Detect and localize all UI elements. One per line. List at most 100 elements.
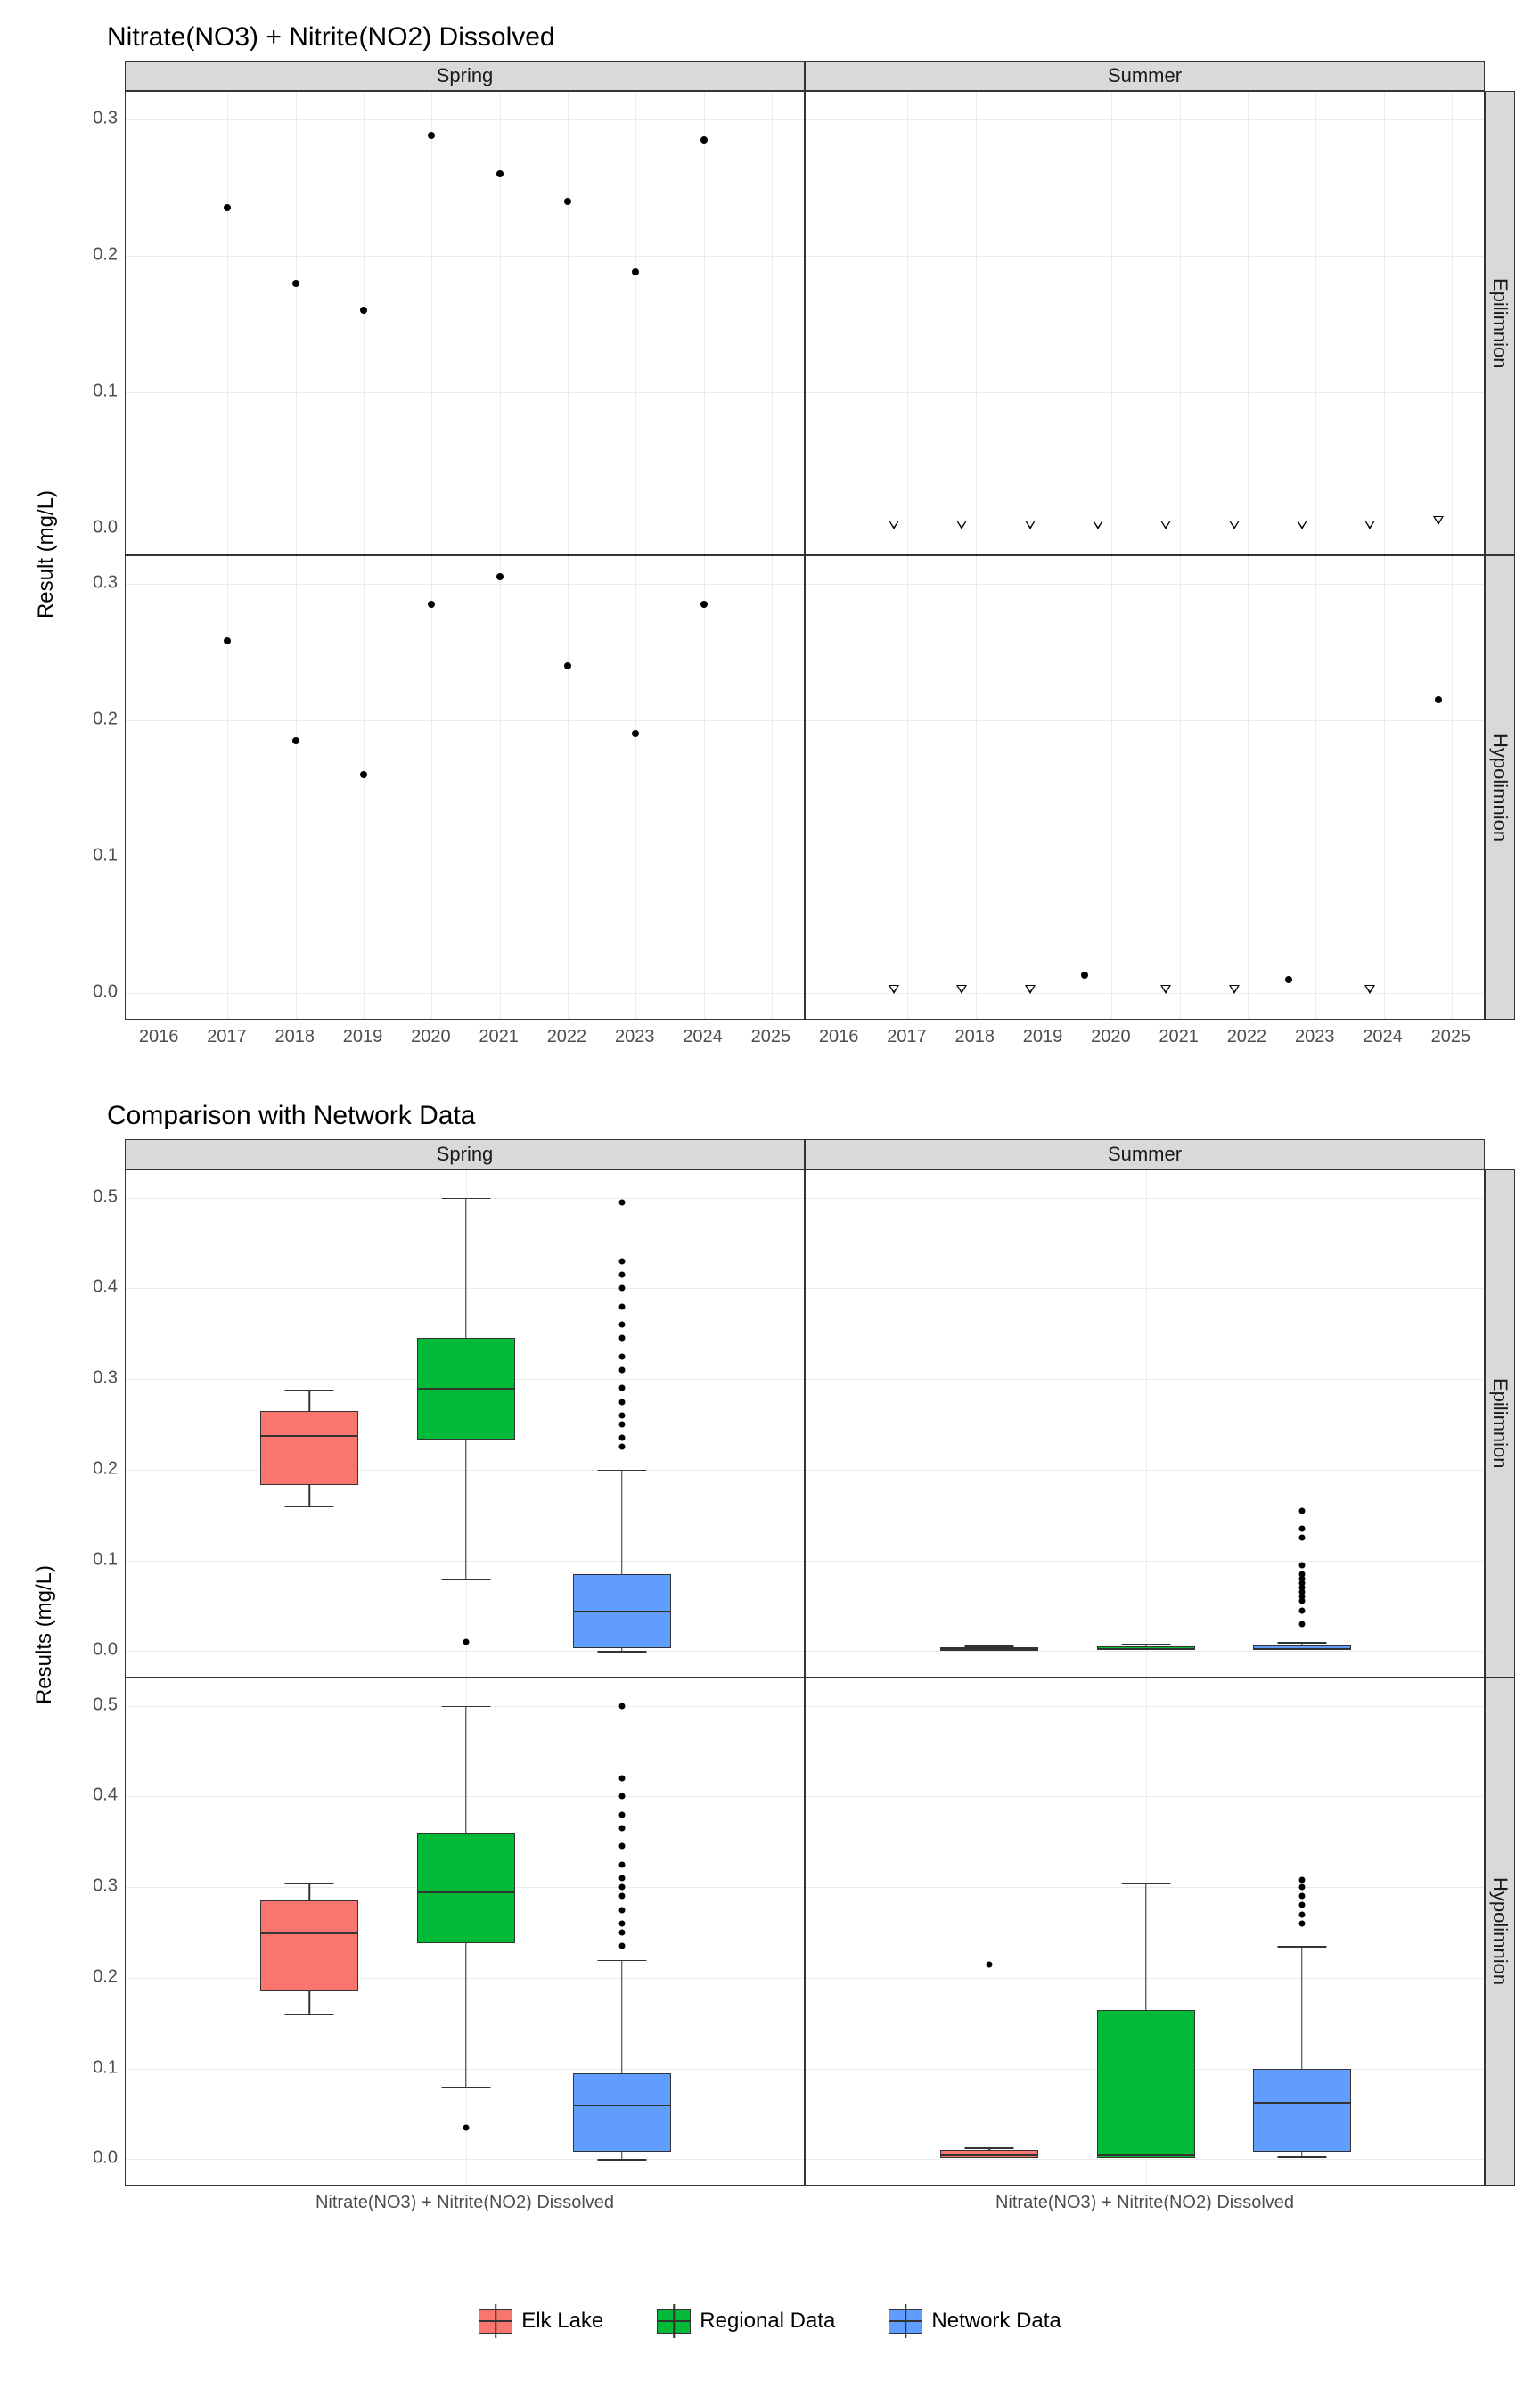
row-strip-hypo2: Hypolimnion xyxy=(1485,1678,1515,2186)
data-point xyxy=(1364,521,1375,529)
x-tick-label: 2019 xyxy=(1023,1027,1063,1047)
panel2-spring-hypo xyxy=(125,1678,805,2186)
x-tick-label: 2021 xyxy=(1159,1027,1199,1047)
chart1-grid: Spring Summer Epilimnion Hypolimnion xyxy=(125,61,1515,1020)
data-point xyxy=(292,737,299,744)
data-point xyxy=(632,730,639,737)
legend-regional: Regional Data xyxy=(657,2309,835,2334)
legend-elk: Elk Lake xyxy=(479,2309,603,2334)
data-point xyxy=(1093,521,1103,529)
x-tick-label: 2018 xyxy=(955,1027,995,1047)
boxplot-elk-lake xyxy=(940,1678,1038,2186)
y-tick-label: 0.3 xyxy=(46,1876,118,1897)
chart2-grid: Spring Summer Epilimnion Hypolimnion xyxy=(125,1139,1515,2186)
x-tick-label: 2016 xyxy=(139,1027,179,1047)
boxplot-regional-data xyxy=(1097,1678,1195,2186)
panel-spring-epi xyxy=(125,91,805,555)
chart2-title: Comparison with Network Data xyxy=(107,1101,475,1131)
row-strip-epi2: Epilimnion xyxy=(1485,1169,1515,1678)
data-point xyxy=(1160,521,1171,529)
data-point xyxy=(956,521,967,529)
legend-network: Network Data xyxy=(889,2309,1061,2334)
x-tick-label: 2016 xyxy=(819,1027,859,1047)
x-category-label: Nitrate(NO3) + Nitrite(NO2) Dissolved xyxy=(995,2193,1294,2213)
x-tick-label: 2021 xyxy=(479,1027,519,1047)
x-category-label: Nitrate(NO3) + Nitrite(NO2) Dissolved xyxy=(315,2193,614,2213)
boxplot-network-data xyxy=(573,1170,671,1678)
data-point xyxy=(700,136,708,144)
legend-swatch-elk xyxy=(479,2309,512,2334)
y-tick-label: 0.2 xyxy=(46,1458,118,1479)
legend-label-network: Network Data xyxy=(931,2309,1061,2334)
data-point xyxy=(1435,696,1442,703)
data-point xyxy=(224,637,231,644)
col-strip-spring: Spring xyxy=(125,61,805,91)
data-point xyxy=(360,771,367,778)
boxplot-regional-data xyxy=(417,1678,515,2186)
data-point xyxy=(1025,521,1036,529)
y-tick-label: 0.5 xyxy=(46,1694,118,1715)
x-tick-label: 2023 xyxy=(615,1027,655,1047)
y-tick-label: 0.4 xyxy=(46,1277,118,1298)
x-tick-label: 2017 xyxy=(887,1027,927,1047)
col-strip-summer2: Summer xyxy=(805,1139,1485,1169)
x-tick-label: 2019 xyxy=(343,1027,383,1047)
legend-swatch-regional xyxy=(657,2309,691,2334)
data-point xyxy=(1285,976,1292,983)
data-point xyxy=(889,521,899,529)
data-point xyxy=(292,280,299,287)
row-strip-hypo: Hypolimnion xyxy=(1485,555,1515,1020)
data-point xyxy=(632,268,639,275)
y-tick-label: 0.0 xyxy=(46,518,118,538)
data-point xyxy=(564,198,571,205)
data-point xyxy=(1297,521,1307,529)
y-tick-label: 0.5 xyxy=(46,1186,118,1207)
y-tick-label: 0.1 xyxy=(46,2057,118,2078)
x-tick-label: 2025 xyxy=(1431,1027,1471,1047)
y-tick-label: 0.3 xyxy=(46,1368,118,1389)
panel-summer-hypo xyxy=(805,555,1485,1020)
data-point xyxy=(956,985,967,994)
panel-summer-epi xyxy=(805,91,1485,555)
legend-swatch-network xyxy=(889,2309,922,2334)
chart1-title: Nitrate(NO3) + Nitrite(NO2) Dissolved xyxy=(107,22,555,53)
boxplot-network-data xyxy=(1253,1678,1351,2186)
data-point xyxy=(496,573,504,580)
data-point xyxy=(1364,985,1375,994)
row-strip-epi: Epilimnion xyxy=(1485,91,1515,555)
y-tick-label: 0.0 xyxy=(46,982,118,1003)
boxplot-network-data xyxy=(573,1678,671,2186)
boxplot-elk-lake xyxy=(260,1170,358,1678)
data-point xyxy=(1081,972,1088,979)
y-tick-label: 0.1 xyxy=(46,846,118,866)
chart2-ylabel: Results (mg/L) xyxy=(32,1565,57,1704)
legend: Elk Lake Regional Data Network Data xyxy=(0,2309,1540,2334)
legend-label-regional: Regional Data xyxy=(700,2309,835,2334)
boxplot-regional-data xyxy=(1097,1170,1195,1678)
col-strip-summer: Summer xyxy=(805,61,1485,91)
boxplot-regional-data xyxy=(417,1170,515,1678)
data-point xyxy=(564,662,571,669)
panel2-summer-hypo xyxy=(805,1678,1485,2186)
x-tick-label: 2022 xyxy=(547,1027,587,1047)
boxplot-network-data xyxy=(1253,1170,1351,1678)
y-tick-label: 0.0 xyxy=(46,2148,118,2169)
x-tick-label: 2020 xyxy=(411,1027,451,1047)
panel-spring-hypo xyxy=(125,555,805,1020)
x-tick-label: 2017 xyxy=(207,1027,247,1047)
y-tick-label: 0.1 xyxy=(46,382,118,402)
data-point xyxy=(428,132,435,139)
x-tick-label: 2023 xyxy=(1295,1027,1335,1047)
data-point xyxy=(889,985,899,994)
data-point xyxy=(496,170,504,177)
col-strip-spring2: Spring xyxy=(125,1139,805,1169)
y-tick-label: 0.2 xyxy=(46,1966,118,1987)
x-tick-label: 2022 xyxy=(1227,1027,1267,1047)
y-tick-label: 0.2 xyxy=(46,709,118,729)
y-tick-label: 0.1 xyxy=(46,1549,118,1570)
y-tick-label: 0.0 xyxy=(46,1640,118,1661)
chart1-ylabel: Result (mg/L) xyxy=(34,490,59,619)
y-tick-label: 0.3 xyxy=(46,108,118,128)
y-tick-label: 0.2 xyxy=(46,244,118,265)
data-point xyxy=(700,601,708,608)
